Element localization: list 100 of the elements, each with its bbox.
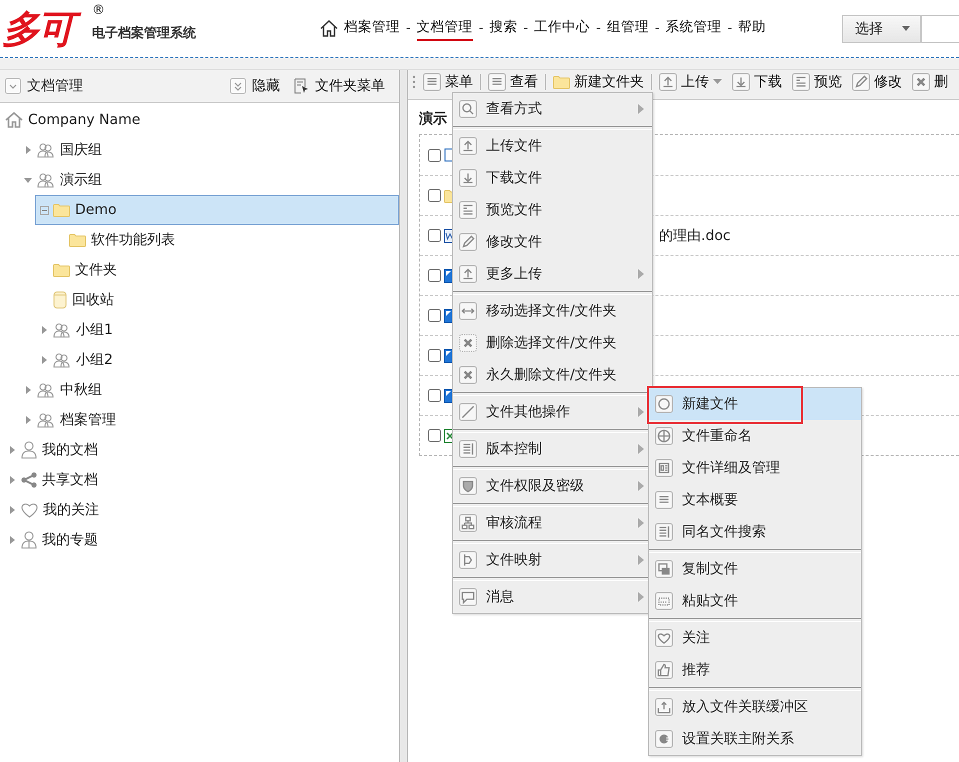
nav-link[interactable]: 档案管理 [344, 16, 400, 41]
upload-icon [459, 137, 477, 155]
expand-arrow-icon[interactable] [40, 326, 48, 334]
checkbox[interactable] [428, 349, 441, 362]
menu-item[interactable]: 文件详细及管理 [649, 452, 861, 484]
menu-item[interactable]: 同名文件搜索 [649, 516, 861, 548]
tree-item[interactable]: Company Name [2, 105, 399, 135]
checkbox[interactable] [428, 229, 441, 242]
menu-item[interactable]: 审核流程 [453, 507, 652, 539]
menu-item[interactable]: 新建文件 [649, 388, 861, 420]
checkbox[interactable] [428, 429, 441, 442]
menu-item[interactable]: 文件映射 [453, 544, 652, 576]
crosshair-icon [655, 427, 673, 445]
expand-arrow-icon[interactable] [8, 536, 16, 544]
menu-item[interactable]: 粘贴文件 [649, 585, 861, 617]
nav-link[interactable]: 文档管理 [416, 16, 473, 41]
tree-item[interactable]: Demo [35, 195, 399, 225]
expand-arrow-icon[interactable] [8, 506, 16, 514]
drag-handle-icon[interactable] [412, 74, 416, 88]
checkbox[interactable] [428, 148, 441, 162]
tree-item[interactable]: 回收站 [35, 285, 399, 315]
menu-item[interactable]: 下载文件 [453, 162, 652, 194]
collapse-icon[interactable] [5, 78, 21, 94]
tree-item[interactable]: 我的关注 [3, 495, 399, 525]
nav-link[interactable]: 组管理 [606, 16, 649, 41]
double-chevron-icon[interactable] [230, 78, 246, 94]
toolbar-button[interactable]: 预览 [789, 68, 845, 94]
menu-item[interactable]: 文件权限及密级 [453, 470, 652, 502]
menu-item[interactable]: 复制文件 [649, 553, 861, 585]
toolbar-button[interactable]: 新建文件夹 [550, 68, 647, 94]
menu-item[interactable]: 设置关联主附关系 [649, 723, 861, 755]
checkbox[interactable] [428, 389, 441, 402]
tree-item[interactable]: 国庆组 [19, 135, 399, 165]
menu-item[interactable]: 消息 [453, 581, 652, 613]
expand-arrow-icon[interactable] [8, 446, 16, 454]
tree-item[interactable]: 档案管理 [19, 405, 399, 435]
group-icon [53, 352, 71, 368]
splitter[interactable] [400, 70, 408, 762]
nav-link[interactable]: 系统管理 [666, 16, 722, 41]
menu-item[interactable]: 移动选择文件/文件夹 [453, 295, 652, 327]
nav-link[interactable]: 帮助 [738, 16, 766, 41]
tree-item[interactable]: 文件夹 [35, 255, 399, 285]
toolbar-button[interactable]: 上传 [656, 68, 725, 94]
pane-action[interactable]: 文件夹菜单 [294, 77, 385, 95]
toolbar-button[interactable]: 修改 [849, 68, 905, 94]
expand-arrow-icon[interactable] [24, 416, 32, 424]
logo-text: 多可 [0, 4, 80, 54]
tree-item[interactable]: 演示组 [19, 165, 399, 195]
menu-item[interactable]: 放入文件关联缓冲区 [649, 691, 861, 723]
collapse-box-icon[interactable] [40, 206, 48, 214]
tree-item[interactable]: 我的专题 [3, 525, 399, 555]
collapse-arrow-icon[interactable] [24, 176, 32, 184]
tree-item[interactable]: 我的文档 [3, 435, 399, 465]
menu-item[interactable]: 删除选择文件/文件夹 [453, 327, 652, 359]
folder-icon [53, 203, 70, 217]
menu-item[interactable]: 上传文件 [453, 130, 652, 162]
expand-arrow-icon[interactable] [24, 386, 32, 394]
checkbox[interactable] [428, 269, 441, 282]
expand-arrow-icon[interactable] [8, 476, 16, 484]
tree-item[interactable]: 小组1 [35, 315, 399, 345]
list-icon [655, 523, 673, 541]
menu-item[interactable]: 预览文件 [453, 194, 652, 226]
user-icon [21, 441, 37, 459]
checkbox[interactable] [428, 189, 441, 202]
menu-item[interactable]: 查看方式 [453, 93, 652, 125]
pane-action[interactable]: 隐藏 [230, 77, 280, 95]
heart-icon [21, 502, 38, 518]
menu-item[interactable]: 文本概要 [649, 484, 861, 516]
menu-item[interactable]: 版本控制 [453, 433, 652, 465]
details-icon [655, 459, 673, 477]
menu-item[interactable]: 推荐 [649, 654, 861, 686]
menu-item[interactable]: 修改文件 [453, 226, 652, 258]
nav-link[interactable]: 工作中心 [534, 16, 590, 41]
nav-separator: - [596, 21, 601, 36]
toolbar-button[interactable]: 下载 [729, 68, 785, 94]
tree-item[interactable]: 中秋组 [19, 375, 399, 405]
nav-link[interactable]: 搜索 [489, 16, 518, 41]
close-icon [459, 334, 477, 352]
person-icon [21, 531, 37, 549]
tree-item[interactable]: 共享文档 [3, 465, 399, 495]
expand-arrow-icon[interactable] [40, 356, 48, 364]
tree-item[interactable]: 小组2 [35, 345, 399, 375]
menu-item[interactable]: 文件其他操作 [453, 396, 652, 428]
upload-icon [659, 72, 677, 90]
menu-item[interactable]: 关注 [649, 622, 861, 654]
shield-icon [459, 477, 477, 495]
toolbar-button[interactable]: 删 [909, 68, 951, 94]
slash-icon [459, 403, 477, 421]
search-field[interactable] [921, 14, 959, 42]
checkbox[interactable] [428, 309, 441, 322]
expand-arrow-icon[interactable] [24, 146, 32, 154]
registered-mark: ® [92, 4, 106, 18]
menu-item[interactable]: 永久删除文件/文件夹 [453, 359, 652, 391]
group-icon [53, 322, 71, 338]
select-dropdown[interactable]: 选择 [842, 14, 921, 42]
caret-icon [902, 26, 910, 31]
tree-item[interactable]: 软件功能列表 [51, 225, 399, 255]
menu-item[interactable]: 更多上传 [453, 258, 652, 290]
menu-item[interactable]: 文件重命名 [649, 420, 861, 452]
home-icon[interactable] [320, 20, 338, 37]
